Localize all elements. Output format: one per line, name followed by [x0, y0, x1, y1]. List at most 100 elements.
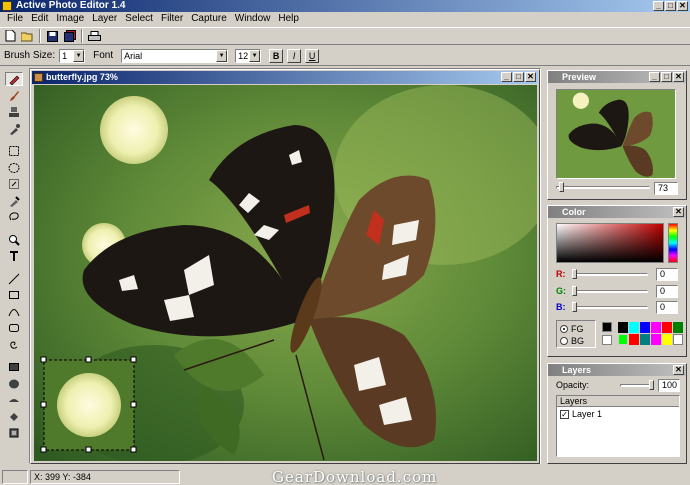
menu-edit[interactable]: Edit: [27, 12, 52, 26]
palette-swatch[interactable]: [629, 334, 639, 345]
brush-size-select[interactable]: 1 ▼: [59, 48, 86, 63]
eyedropper-icon[interactable]: [5, 194, 23, 208]
underline-button[interactable]: U: [305, 48, 320, 63]
open-icon[interactable]: [20, 29, 35, 44]
color-close-button[interactable]: ✕: [673, 207, 684, 217]
preview-zoom-slider[interactable]: [556, 186, 650, 189]
brush-size-value: 1: [62, 50, 68, 61]
zoom-icon[interactable]: [5, 233, 23, 247]
bg-color-swatch[interactable]: [602, 335, 612, 345]
filled-rect-icon[interactable]: [5, 361, 23, 375]
palette-swatch[interactable]: [673, 322, 683, 333]
menu-image[interactable]: Image: [52, 12, 88, 26]
fg-color-swatch[interactable]: [602, 322, 612, 332]
preview-close-button[interactable]: ✕: [673, 72, 684, 82]
preview-minimize-button[interactable]: _: [649, 72, 660, 82]
menu-capture[interactable]: Capture: [187, 12, 231, 26]
palette-swatch[interactable]: [662, 322, 672, 333]
checkbox-icon[interactable]: ✓: [560, 409, 569, 419]
palette-swatch[interactable]: [673, 334, 683, 345]
red-label: R:: [556, 269, 566, 279]
rect-select-icon[interactable]: [5, 145, 23, 159]
maximize-button[interactable]: □: [665, 1, 676, 11]
menu-window[interactable]: Window: [231, 12, 275, 26]
dropper-icon[interactable]: [5, 122, 23, 136]
new-icon[interactable]: [3, 29, 18, 44]
opacity-label: Opacity:: [556, 380, 590, 390]
palette-swatch[interactable]: [662, 334, 672, 345]
image-window[interactable]: butterfly.jpg 73% _ □ ✕: [30, 69, 540, 464]
palette-swatch[interactable]: [640, 334, 650, 345]
menu-select[interactable]: Select: [121, 12, 157, 26]
italic-button[interactable]: I: [287, 48, 302, 63]
fill-icon[interactable]: [5, 394, 23, 408]
minimize-button[interactable]: _: [653, 1, 664, 11]
menu-help[interactable]: Help: [274, 12, 303, 26]
stamp-icon[interactable]: [5, 106, 23, 120]
fg-radio[interactable]: FG: [560, 324, 584, 334]
preview-zoom-input[interactable]: 73: [654, 182, 678, 195]
layers-close-button[interactable]: ✕: [673, 365, 684, 375]
line-icon[interactable]: [5, 272, 23, 286]
gradient-icon[interactable]: [5, 410, 23, 424]
layer-row[interactable]: ✓ Layer 1: [557, 407, 679, 421]
image-minimize-button[interactable]: _: [501, 72, 512, 82]
preview-zoom-thumb[interactable]: [558, 182, 564, 192]
font-value: Arial: [124, 50, 143, 61]
save-icon[interactable]: [45, 29, 60, 44]
blue-slider-thumb[interactable]: [572, 302, 577, 312]
palette-swatch[interactable]: [629, 322, 639, 333]
image-maximize-button[interactable]: □: [513, 72, 524, 82]
hue-slider[interactable]: [668, 223, 678, 263]
blue-label: B:: [556, 302, 566, 312]
menu-file[interactable]: File: [3, 12, 27, 26]
green-slider-thumb[interactable]: [572, 286, 577, 296]
spiral-icon[interactable]: [5, 338, 23, 352]
text-icon[interactable]: [5, 250, 23, 264]
filled-ellipse-icon[interactable]: [5, 377, 23, 391]
stamp-tool-icon[interactable]: [5, 427, 23, 441]
red-slider-thumb[interactable]: [572, 269, 577, 279]
red-slider[interactable]: [572, 273, 648, 276]
blue-input[interactable]: 0: [656, 301, 678, 314]
bold-button[interactable]: B: [269, 48, 284, 63]
print-icon[interactable]: [87, 29, 102, 44]
font-size-select[interactable]: 12 ▼: [235, 48, 262, 63]
app-titlebar: Active Photo Editor 1.4 _ □ ✕: [0, 0, 690, 12]
color-panel-titlebar[interactable]: Color ✕: [548, 206, 686, 218]
preview-maximize-button[interactable]: □: [661, 72, 672, 82]
opacity-slider-thumb[interactable]: [649, 380, 654, 390]
toolbar-separator: [39, 29, 41, 43]
curve-icon[interactable]: [5, 305, 23, 319]
menu-filter[interactable]: Filter: [157, 12, 187, 26]
image-close-button[interactable]: ✕: [525, 72, 536, 82]
palette-swatch[interactable]: [651, 334, 661, 345]
lasso-icon[interactable]: [5, 211, 23, 225]
image-canvas[interactable]: [34, 85, 537, 461]
magic-wand-icon[interactable]: [5, 178, 23, 192]
font-select[interactable]: Arial ▼: [121, 48, 229, 63]
layers-panel-titlebar[interactable]: Layers ✕: [548, 364, 686, 376]
preview-panel-titlebar[interactable]: Preview _ □ ✕: [548, 71, 686, 83]
red-input[interactable]: 0: [656, 268, 678, 281]
rectangle-icon[interactable]: [5, 289, 23, 303]
green-input[interactable]: 0: [656, 285, 678, 298]
color-picker-field[interactable]: [556, 223, 664, 263]
bg-radio[interactable]: BG: [560, 336, 584, 346]
palette-swatch[interactable]: [651, 322, 661, 333]
brush-icon[interactable]: [5, 89, 23, 103]
pen-icon[interactable]: [5, 72, 23, 86]
blue-slider[interactable]: [572, 306, 648, 309]
menu-layer[interactable]: Layer: [88, 12, 121, 26]
palette-swatch[interactable]: [618, 322, 628, 333]
opacity-input[interactable]: 100: [658, 379, 680, 392]
image-window-titlebar[interactable]: butterfly.jpg 73% _ □ ✕: [32, 71, 538, 84]
close-button[interactable]: ✕: [677, 1, 688, 11]
green-slider[interactable]: [572, 290, 648, 293]
ellipse-select-icon[interactable]: [5, 161, 23, 175]
rounded-rect-icon[interactable]: [5, 322, 23, 336]
palette-swatch[interactable]: [640, 322, 650, 333]
palette-swatch[interactable]: [618, 334, 628, 345]
save-all-icon[interactable]: [62, 29, 77, 44]
preview-panel: Preview _ □ ✕ 73: [547, 70, 687, 200]
